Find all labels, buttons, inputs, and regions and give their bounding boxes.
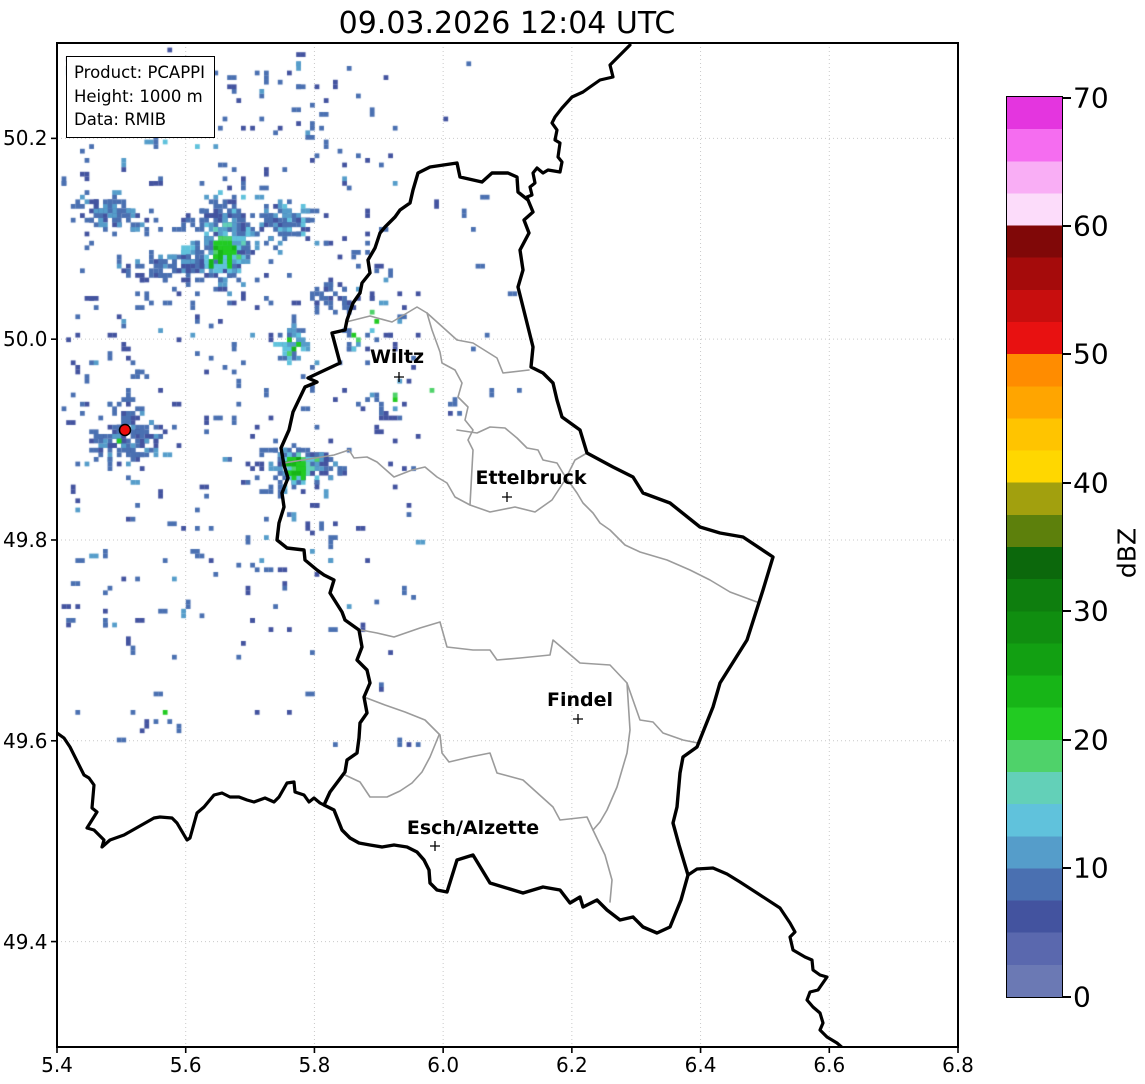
colorbar — [1006, 96, 1063, 998]
x-axis-tick-label: 6.2 — [555, 1053, 588, 1077]
map-borders-layer — [57, 43, 845, 1047]
colorbar-tick-label: 0 — [1073, 980, 1091, 1013]
colorbar-gradient — [1007, 97, 1062, 997]
colorbar-tick-label: 50 — [1073, 337, 1109, 371]
regional-border — [363, 696, 613, 903]
x-axis-tick-label: 5.4 — [41, 1053, 73, 1077]
country-border-external — [686, 866, 845, 1047]
city-label: Esch/Alzette — [406, 817, 540, 839]
radar-figure: 09.03.2026 12:04 UTC Product: PCAPPI Hei… — [0, 0, 1145, 1084]
info-height: Height: 1000 m — [74, 86, 203, 106]
colorbar-tick-label: 20 — [1073, 723, 1109, 757]
radar-site-marker — [118, 423, 132, 437]
colorbar-tick-label: 30 — [1073, 594, 1109, 628]
x-axis-tick-label: 5.8 — [298, 1053, 331, 1077]
x-axis-tick-label: 5.6 — [169, 1053, 202, 1077]
y-axis-tick-label: 49.4 — [3, 929, 48, 954]
colorbar-tick-label: 10 — [1073, 851, 1109, 885]
info-source: Data: RMIB — [74, 110, 167, 130]
country-border-external — [57, 731, 326, 849]
city-plus-marker — [502, 492, 512, 502]
x-axis-tick-label: 6.0 — [427, 1053, 460, 1077]
city-plus-marker — [573, 714, 583, 724]
y-axis-tick-label: 49.8 — [3, 527, 48, 552]
regional-border — [360, 621, 699, 744]
colorbar-tick-mark — [1063, 224, 1071, 227]
colorbar-tick-mark — [1063, 96, 1071, 99]
colorbar-unit-label: dBZ — [1112, 527, 1142, 579]
country-border-external — [525, 43, 632, 202]
info-box: Product: PCAPPI Height: 1000 m Data: RMI… — [66, 56, 215, 138]
y-axis-tick-label: 49.6 — [3, 728, 48, 753]
colorbar-tick-label: 60 — [1073, 209, 1109, 243]
x-axis-tick-label: 6.4 — [684, 1053, 717, 1077]
city-label: Findel — [546, 689, 614, 711]
x-axis-tick-label: 6.8 — [942, 1053, 974, 1077]
city-plus-marker — [394, 372, 404, 382]
y-axis-tick-label: 50.2 — [3, 126, 48, 151]
info-product: Product: PCAPPI — [74, 63, 205, 82]
y-axis-tick-label: 50.0 — [3, 327, 48, 352]
colorbar-tick-mark — [1063, 867, 1071, 870]
colorbar-tick-mark — [1063, 481, 1071, 484]
colorbar-tick-label: 40 — [1073, 466, 1109, 500]
city-label: Wiltz — [369, 346, 425, 368]
city-plus-marker — [430, 841, 440, 851]
city-label: Ettelbruck — [475, 467, 587, 489]
x-axis-tick-label: 6.6 — [813, 1053, 846, 1077]
colorbar-tick-label: 70 — [1073, 81, 1109, 114]
colorbar-tick-mark — [1063, 995, 1071, 998]
colorbar-tick-mark — [1063, 738, 1071, 741]
colorbar-tick-mark — [1063, 610, 1071, 613]
colorbar-tick-mark — [1063, 353, 1071, 356]
regional-border — [456, 426, 758, 603]
